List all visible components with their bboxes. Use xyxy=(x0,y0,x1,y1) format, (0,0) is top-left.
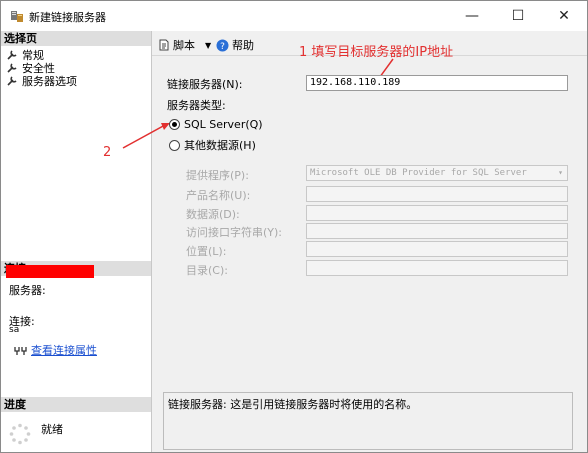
new-linked-server-dialog: 新建链接服务器 — ☐ ✕ 选择页 常规 安全性 服务器选项 连接 服务器: 连… xyxy=(0,0,588,453)
linked-server-app-icon xyxy=(11,11,23,22)
chevron-down-icon: ▼ xyxy=(205,40,212,50)
radio-other-datasource[interactable]: 其他数据源(H) xyxy=(169,137,256,153)
provider-string-label: 访问接口字符串(Y): xyxy=(186,226,283,239)
select-page-header: 选择页 xyxy=(1,31,151,46)
data-source-input[interactable] xyxy=(306,205,568,221)
wrench-icon xyxy=(7,63,17,73)
radio-unselected-icon xyxy=(169,139,180,151)
view-connection-properties-text: 查看连接属性 xyxy=(31,344,97,357)
provider-select-value: Microsoft OLE DB Provider for SQL Server xyxy=(310,168,527,178)
help-button[interactable]: ? 帮助 xyxy=(216,37,254,53)
server-type-label: 服务器类型: xyxy=(167,99,226,112)
provider-string-input[interactable] xyxy=(306,223,568,239)
chevron-down-icon: ▾ xyxy=(558,168,563,177)
radio-selected-icon xyxy=(169,119,180,130)
location-label: 位置(L): xyxy=(186,245,227,258)
page-server-options[interactable]: 服务器选项 xyxy=(7,74,77,88)
maximize-button[interactable]: ☐ xyxy=(495,1,541,31)
progress-status: 就绪 xyxy=(41,423,63,436)
script-icon xyxy=(159,39,169,51)
wrench-icon xyxy=(7,50,17,60)
close-icon: ✕ xyxy=(558,8,570,24)
help-label: 帮助 xyxy=(232,39,254,52)
product-name-input[interactable] xyxy=(306,186,568,202)
description-box: 链接服务器: 这是引用链接服务器时将使用的名称。 xyxy=(163,392,573,450)
script-button[interactable]: 脚本 ▼ xyxy=(158,37,211,53)
left-panel: 选择页 常规 安全性 服务器选项 连接 服务器: 连接: sa 查看连接属性 进… xyxy=(1,31,152,452)
server-value-redacted xyxy=(6,265,94,278)
minimize-button[interactable]: — xyxy=(449,1,495,31)
product-name-label: 产品名称(U): xyxy=(186,189,251,202)
connection-value: sa xyxy=(9,325,20,335)
catalog-label: 目录(C): xyxy=(186,264,228,277)
svg-text:?: ? xyxy=(220,42,225,52)
provider-label: 提供程序(P): xyxy=(186,169,249,182)
close-button[interactable]: ✕ xyxy=(541,1,587,31)
location-input[interactable] xyxy=(306,241,568,257)
data-source-label: 数据源(D): xyxy=(186,208,240,221)
page-server-options-label: 服务器选项 xyxy=(22,74,77,88)
minimize-icon: — xyxy=(465,8,479,24)
window-title: 新建链接服务器 xyxy=(29,11,106,24)
description-text: 链接服务器: 这是引用链接服务器时将使用的名称。 xyxy=(168,398,418,411)
progress-spinner-icon xyxy=(9,423,31,445)
annotation-step-2: 2 xyxy=(103,145,112,160)
connection-plug-icon xyxy=(14,346,27,355)
provider-select[interactable]: Microsoft OLE DB Provider for SQL Server… xyxy=(306,165,568,181)
script-label: 脚本 xyxy=(173,39,195,52)
maximize-icon: ☐ xyxy=(511,8,525,24)
help-icon: ? xyxy=(216,39,229,52)
wrench-icon xyxy=(7,76,17,86)
progress-header: 进度 xyxy=(1,397,151,412)
server-label: 服务器: xyxy=(9,284,46,297)
linked-server-label: 链接服务器(N): xyxy=(167,78,243,91)
annotation-arrow-2 xyxy=(122,123,170,149)
linked-server-input[interactable]: 192.168.110.189 xyxy=(306,75,568,91)
radio-other-datasource-label: 其他数据源(H) xyxy=(184,139,256,152)
title-bar: 新建链接服务器 — ☐ ✕ xyxy=(1,1,587,31)
catalog-input[interactable] xyxy=(306,260,568,276)
radio-sql-server-label: SQL Server(Q) xyxy=(184,118,263,131)
view-connection-properties-link[interactable]: 查看连接属性 xyxy=(14,342,97,358)
radio-sql-server[interactable]: SQL Server(Q) xyxy=(169,118,263,131)
